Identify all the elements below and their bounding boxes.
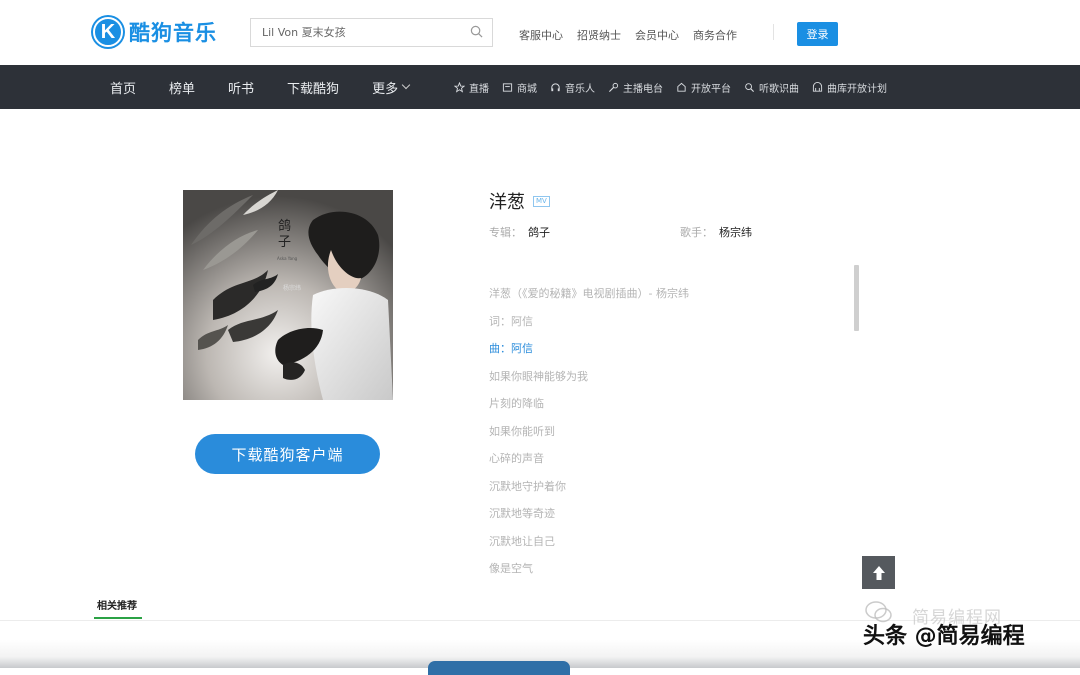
mic-icon (608, 82, 619, 92)
nav-home[interactable]: 首页 (110, 78, 136, 97)
nav-radio-label: 主播电台 (623, 83, 663, 95)
kugou-logo[interactable]: K 酷狗音乐 (93, 17, 217, 47)
download-client-button[interactable]: 下载酷狗客户端 (195, 434, 380, 474)
lyric-line: 如果你眼神能够为我 (489, 369, 588, 383)
recognize-icon (745, 82, 755, 92)
cover-artist: 杨宗纬 (283, 284, 301, 292)
nav-musician[interactable]: 音乐人 (550, 80, 595, 95)
top-header: K 酷狗音乐 客服中心 招贤纳士 会员中心 商务合作 登录 (0, 0, 1080, 65)
nav-musician-label: 音乐人 (565, 83, 595, 95)
headphone-icon (551, 82, 560, 91)
header-divider (773, 24, 774, 40)
bottom-partial-button (428, 661, 570, 675)
nav-audiobooks[interactable]: 听书 (228, 78, 254, 97)
nav-download[interactable]: 下载酷狗 (287, 78, 339, 97)
related-tab[interactable]: 相关推荐 (97, 597, 137, 612)
song-title: 洋葱 MV (489, 188, 550, 214)
related-tab-underline (94, 617, 142, 619)
singer-label: 歌手： (680, 226, 713, 239)
back-to-top-button[interactable] (862, 556, 895, 589)
nav-more-label: 更多 (372, 81, 399, 97)
platform-icon (677, 82, 686, 92)
nav-recognize-label: 听歌识曲 (759, 83, 799, 95)
shop-icon (502, 82, 513, 92)
album-cover-art: 鸽 子 Aska Yang 杨宗纬 (183, 190, 393, 400)
lyric-line-active: 曲：阿信 (489, 342, 533, 355)
lyrics-scrollbar[interactable] (854, 265, 859, 331)
search-icon[interactable] (470, 25, 483, 38)
album-label: 专辑： (489, 226, 522, 239)
nav-radio[interactable]: 主播电台 (608, 80, 663, 95)
star-icon (454, 81, 465, 93)
lyric-line: 沉默地守护着你 (489, 479, 566, 493)
nav-shop-label: 商城 (517, 83, 537, 95)
lyric-line: 像是空气 (489, 562, 533, 575)
logo-text: 酷狗音乐 (129, 21, 217, 45)
nav-more[interactable]: 更多 (372, 78, 411, 97)
nav-library-plan[interactable]: 曲库开放计划 (812, 80, 887, 95)
lyric-line: 沉默地让自己 (489, 534, 555, 548)
singer-link[interactable]: 杨宗纬 (719, 226, 752, 239)
cover-title-2: 子 (278, 235, 291, 250)
arrow-up-icon (872, 565, 885, 580)
search-input[interactable] (251, 19, 461, 46)
nav-charts[interactable]: 榜单 (169, 78, 195, 97)
chevron-down-icon (401, 80, 411, 90)
nav-open-platform[interactable]: 开放平台 (676, 80, 731, 95)
nav-sub: 直播 商城 音乐人 主播电台 开放平台 听歌识曲 曲库开放计划 (454, 65, 887, 109)
lyric-line: 心碎的声音 (489, 452, 544, 465)
link-vip-center[interactable]: 会员中心 (635, 27, 679, 43)
lyric-line: 词：阿信 (489, 314, 533, 328)
search-box (250, 18, 493, 47)
nav-live-label: 直播 (469, 83, 489, 95)
cover-title-1: 鸽 (278, 218, 291, 234)
library-icon (812, 81, 823, 92)
album-cover: 鸽 子 Aska Yang 杨宗纬 (183, 190, 393, 400)
nav-open-platform-label: 开放平台 (691, 83, 731, 95)
lyric-line: 片刻的降临 (489, 397, 544, 410)
link-business[interactable]: 商务合作 (693, 27, 737, 43)
link-careers[interactable]: 招贤纳士 (577, 27, 621, 43)
lyrics-panel[interactable]: 洋葱（《爱的秘籍》电视剧插曲）- 杨宗纬 词：阿信 曲：阿信 如果你眼神能够为我… (489, 286, 839, 589)
lyric-line: 沉默地等奇迹 (489, 507, 555, 520)
watermark-main-text: 头条 @简易编程 (863, 624, 1025, 649)
login-button[interactable]: 登录 (797, 22, 838, 46)
nav-live[interactable]: 直播 (454, 80, 489, 95)
album-info: 专辑： 鸽子 (489, 224, 550, 240)
lyric-line: 如果你能听到 (489, 424, 555, 438)
nav-library-plan-label: 曲库开放计划 (827, 83, 887, 95)
nav-shop[interactable]: 商城 (502, 80, 537, 95)
song-title-text: 洋葱 (489, 192, 525, 213)
nav-main: 首页 榜单 听书 下载酷狗 更多 (110, 65, 411, 109)
lyric-line: 洋葱（《爱的秘籍》电视剧插曲）- 杨宗纬 (489, 287, 689, 300)
mv-badge[interactable]: MV (533, 195, 550, 207)
logo-k-icon: K (93, 17, 123, 47)
nav-recognize[interactable]: 听歌识曲 (744, 80, 799, 95)
album-link[interactable]: 鸽子 (528, 226, 550, 239)
top-links: 客服中心 招贤纳士 会员中心 商务合作 (519, 27, 737, 43)
singer-info: 歌手： 杨宗纬 (680, 224, 752, 240)
cover-subtitle: Aska Yang (277, 256, 298, 261)
link-customer-service[interactable]: 客服中心 (519, 27, 563, 43)
main-navbar: 首页 榜单 听书 下载酷狗 更多 直播 商城 音乐人 主播电台 开放平台 听歌识… (0, 65, 1080, 109)
